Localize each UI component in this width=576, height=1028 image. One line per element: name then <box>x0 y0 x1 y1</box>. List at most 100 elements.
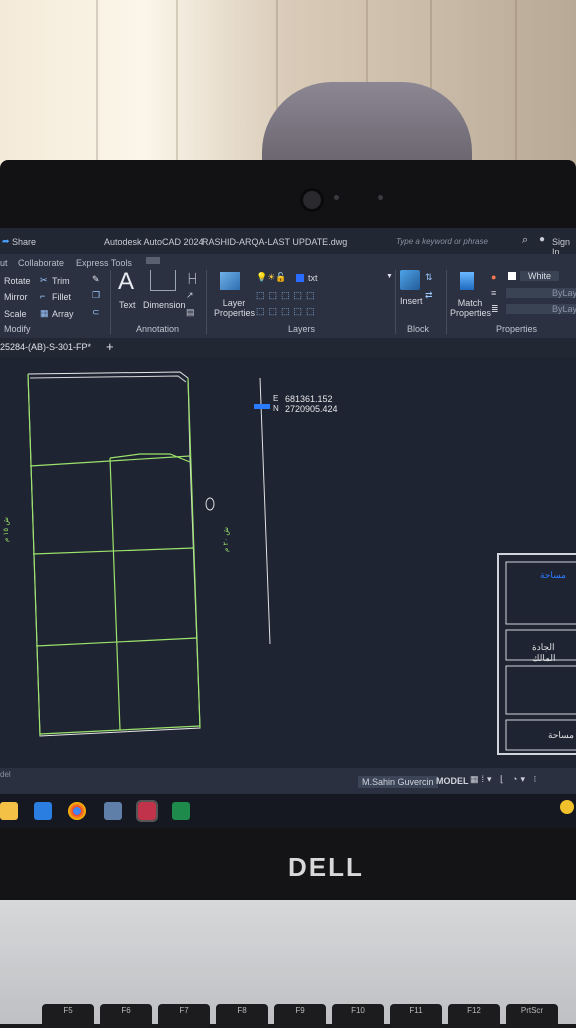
insert-button[interactable]: Insert <box>400 296 423 306</box>
file-explorer-icon[interactable] <box>0 802 18 820</box>
table-cell-text: مساحة <box>540 570 566 580</box>
tab-express-tools[interactable]: Express Tools <box>76 258 132 268</box>
layer-tools-icons[interactable]: ⬚⬚⬚⬚⬚ <box>256 290 319 301</box>
properties-panel-label[interactable]: Properties <box>496 324 537 334</box>
parcel-line <box>109 457 121 731</box>
layer-tools-icons[interactable]: ⬚⬚⬚⬚⬚ <box>256 306 319 317</box>
key-f11: F11 <box>390 1004 442 1028</box>
lineweight-dropdown[interactable]: ByLayer <box>506 304 576 314</box>
reference-line <box>259 377 271 645</box>
lineweight-icon[interactable]: ≣ <box>491 304 499 315</box>
plot-outline-inner <box>29 375 187 383</box>
drawing-canvas[interactable]: ش ١٥ م ش ٢٠ م E 681361.152 N 2720905.424… <box>0 358 576 768</box>
laptop-screen: ➦ Share Autodesk AutoCAD 2024 RASHID-ARQ… <box>0 228 576 828</box>
table-icon[interactable]: ▤ <box>186 307 195 318</box>
mail-icon[interactable] <box>34 802 52 820</box>
layer-on-icon[interactable]: 💡☀🔓 <box>256 272 286 283</box>
autocad-icon[interactable] <box>136 800 158 822</box>
dimension-icon[interactable] <box>150 270 176 291</box>
weather-icon[interactable] <box>560 800 574 814</box>
block-panel-label[interactable]: Block <box>407 324 429 334</box>
modify-panel-label[interactable]: Modify <box>4 324 31 334</box>
north-marker <box>205 497 215 511</box>
chevron-down-icon[interactable]: ▼ <box>386 273 393 280</box>
key-prtscr: PrtScr <box>506 1004 558 1028</box>
command-line[interactable]: del <box>0 770 11 779</box>
status-tools-icons[interactable]: ▦⁞▾ ⌊ ◔▾ ⁝ <box>470 774 539 785</box>
array-button[interactable]: Array <box>52 309 74 319</box>
key-f8: F8 <box>216 1004 268 1028</box>
trim-button[interactable]: Trim <box>52 276 70 286</box>
share-icon[interactable]: ➦ <box>2 236 10 247</box>
share-button[interactable]: Share <box>12 237 36 247</box>
tab-collaborate[interactable]: Collaborate <box>18 258 64 268</box>
layers-panel-label[interactable]: Layers <box>288 324 315 334</box>
mirror-button[interactable]: Mirror <box>4 292 28 302</box>
key-f5: F5 <box>42 1004 94 1028</box>
dimension-button[interactable]: Dimension <box>143 300 186 310</box>
copy-icon[interactable]: ❐ <box>92 290 100 301</box>
color-dropdown[interactable]: White <box>520 271 560 281</box>
mic-indicator <box>378 195 383 200</box>
ribbon: ut Collaborate Express Tools Rotate ✂ Tr… <box>0 254 576 350</box>
create-block-icon[interactable]: ⇅ <box>425 272 433 283</box>
search-icon[interactable]: ⌕ <box>522 234 528 247</box>
linetype-icon[interactable]: ≡ <box>491 288 496 298</box>
coord-n-value: 2720905.424 <box>285 404 338 414</box>
key-f7: F7 <box>158 1004 210 1028</box>
offset-icon[interactable]: ⊂ <box>92 307 100 318</box>
color-wheel-icon[interactable]: ● <box>491 272 496 282</box>
panel-divider <box>446 270 447 334</box>
coord-e-label: E <box>273 394 279 403</box>
current-layer-dropdown[interactable]: txt <box>308 273 318 283</box>
title-bar: ➦ Share Autodesk AutoCAD 2024 RASHID-ARQ… <box>0 228 576 257</box>
model-space-button[interactable]: MODEL <box>436 776 469 786</box>
panel-divider <box>395 270 396 334</box>
key-f10: F10 <box>332 1004 384 1028</box>
leader-icon[interactable]: ↗ <box>186 290 194 301</box>
new-tab-button[interactable]: + <box>106 339 114 354</box>
edit-block-icon[interactable]: ⇄ <box>425 290 433 301</box>
annotation-panel-label[interactable]: Annotation <box>136 324 179 334</box>
search-input[interactable]: Type a keyword or phrase <box>396 237 488 246</box>
match-properties-icon[interactable] <box>460 272 474 290</box>
key-f12: F12 <box>448 1004 500 1028</box>
array-icon: ▦ <box>40 308 49 318</box>
linetype-dropdown[interactable]: ByLayer <box>506 288 576 298</box>
fillet-button[interactable]: Fillet <box>52 292 71 302</box>
table-cell-text: مساحة <box>548 730 574 740</box>
pencil-icon[interactable]: ✎ <box>92 274 100 285</box>
key-f9: F9 <box>274 1004 326 1028</box>
tab-output[interactable]: ut <box>0 258 8 268</box>
layer-properties-icon[interactable] <box>220 272 240 290</box>
insert-icon[interactable] <box>400 270 420 290</box>
parcel-line <box>27 373 41 737</box>
text-button[interactable]: Text <box>119 300 136 310</box>
parcel-line <box>187 377 201 729</box>
ribbon-toggle-icon[interactable] <box>146 257 160 264</box>
rotate-button[interactable]: Rotate <box>4 276 31 286</box>
street-label: ش ١٥ م <box>2 517 10 542</box>
layer-properties-button[interactable]: Layer Properties <box>214 298 255 318</box>
key-f6: F6 <box>100 1004 152 1028</box>
panel-divider <box>206 270 207 334</box>
taskbar <box>0 794 576 828</box>
match-properties-button[interactable]: Match Properties <box>450 298 491 318</box>
calculator-icon[interactable] <box>104 802 122 820</box>
fillet-icon: ⌐ <box>40 291 46 301</box>
table-cell-text: الجادة المالك <box>532 642 556 663</box>
file-tab-strip: 25284-(AB)-S-301-FP* + <box>0 338 576 358</box>
chrome-icon[interactable] <box>68 802 86 820</box>
coord-n-label: N <box>273 404 279 413</box>
panel-divider <box>110 270 111 334</box>
text-icon[interactable]: A <box>118 268 134 296</box>
linear-dim-icon[interactable]: ├┤ <box>186 273 199 283</box>
app-title: Autodesk AutoCAD 2024 <box>104 237 204 247</box>
file-title: RASHID-ARQA-LAST UPDATE.dwg <box>202 237 348 247</box>
scale-button[interactable]: Scale <box>4 309 27 319</box>
excel-icon[interactable] <box>172 802 190 820</box>
file-tab[interactable]: 25284-(AB)-S-301-FP* <box>0 342 91 352</box>
status-bar: del M.Sahin Guvercin MODEL ▦⁞▾ ⌊ ◔▾ ⁝ <box>0 768 576 794</box>
user-icon[interactable]: ● <box>539 234 545 245</box>
color-swatch <box>508 272 516 280</box>
